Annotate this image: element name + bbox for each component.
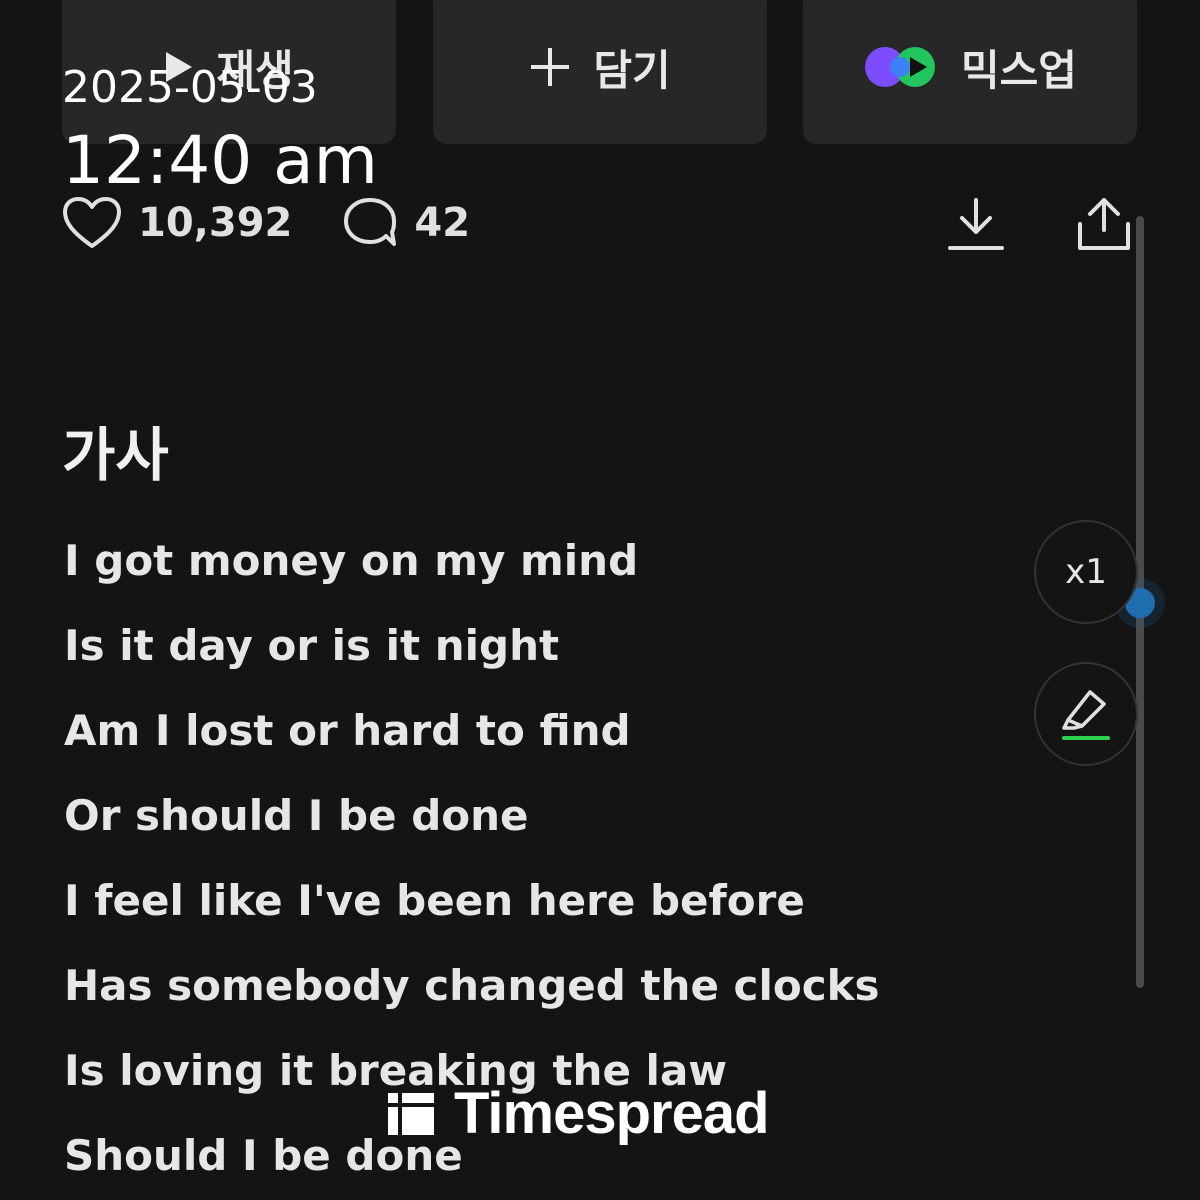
- download-button[interactable]: [946, 196, 1006, 256]
- comment-icon: [344, 198, 397, 246]
- lyric-line: Has somebody changed the clocks: [64, 961, 880, 1010]
- watermark-text: Timespread: [454, 1081, 770, 1146]
- timespread-logo-icon: [388, 1092, 434, 1135]
- lyric-line: I got money on my mind: [64, 536, 639, 585]
- highlight-button[interactable]: [1034, 662, 1138, 766]
- playback-speed-button[interactable]: x1: [1034, 520, 1138, 624]
- comment-count: 42: [414, 200, 471, 246]
- comment-button[interactable]: 42: [342, 196, 470, 250]
- overlay-date: 2025-05-03: [62, 62, 318, 113]
- heart-icon: [63, 197, 121, 248]
- stats-row: 10,392 42: [62, 196, 470, 250]
- lyric-line: Am I lost or hard to find: [64, 706, 631, 755]
- share-button[interactable]: [1074, 196, 1134, 256]
- lyric-line: Or should I be done: [64, 791, 529, 840]
- mixup-logo-icon: [863, 45, 939, 89]
- overlay-time: 12:40 am: [62, 122, 378, 199]
- download-icon: [948, 198, 1004, 250]
- lyric-line: Is it day or is it night: [64, 621, 560, 670]
- mixup-label: 믹스업: [961, 45, 1077, 95]
- lyrics-title: 가사: [62, 421, 169, 489]
- add-to-playlist-button[interactable]: 담기: [433, 0, 767, 144]
- watermark: Timespread: [386, 1080, 770, 1147]
- highlighter-icon: [1062, 690, 1110, 740]
- share-icon: [1078, 198, 1130, 250]
- speed-label: x1: [1065, 552, 1107, 592]
- lyric-line: I feel like I've been here before: [64, 876, 805, 925]
- add-label: 담기: [593, 45, 671, 95]
- like-count: 10,392: [138, 200, 293, 246]
- like-button[interactable]: 10,392: [62, 196, 292, 250]
- mixup-button[interactable]: 믹스업: [803, 0, 1137, 144]
- plus-icon: [529, 46, 571, 88]
